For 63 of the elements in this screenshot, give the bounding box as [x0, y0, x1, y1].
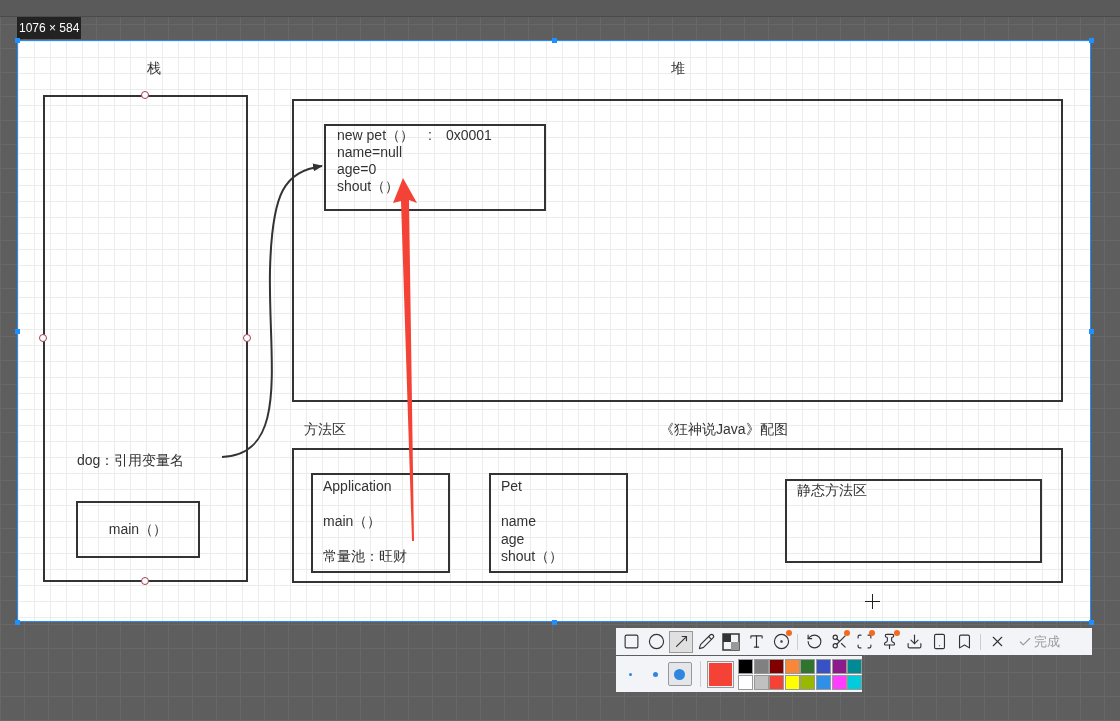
- method-area-title: 方法区: [304, 420, 346, 439]
- brush-size-button[interactable]: [668, 662, 692, 686]
- static-area-label: 静态方法区: [797, 482, 867, 498]
- stack-title: 栈: [147, 59, 161, 78]
- current-color-swatch[interactable]: [707, 660, 734, 688]
- palette-color[interactable]: [831, 674, 847, 690]
- resize-handle[interactable]: [552, 620, 557, 625]
- frame-label: main（）: [108, 520, 168, 539]
- object-field: age=0: [337, 161, 377, 178]
- palette-color[interactable]: [769, 658, 785, 674]
- palette-color[interactable]: [753, 658, 769, 674]
- caption: 《狂神说Java》配图: [660, 420, 788, 439]
- size-label: 1076 × 584: [17, 17, 82, 39]
- connection-point[interactable]: [243, 334, 251, 342]
- done-button[interactable]: 完成: [1016, 631, 1062, 652]
- text-icon: [747, 633, 765, 650]
- palette-color[interactable]: [847, 658, 863, 674]
- palette-color[interactable]: [784, 674, 800, 690]
- resize-handle[interactable]: [15, 38, 20, 43]
- resize-handle[interactable]: [15, 329, 20, 334]
- class-member: name: [501, 513, 537, 530]
- class-member: shout（）: [501, 548, 564, 565]
- class-title: Application: [323, 477, 392, 496]
- connection-point[interactable]: [39, 334, 47, 342]
- resize-handle[interactable]: [1089, 329, 1094, 334]
- rectangle-icon: [622, 633, 640, 650]
- numbered-circle-icon: [772, 633, 790, 650]
- object-field: name=null: [337, 144, 402, 161]
- palette-color[interactable]: [847, 674, 863, 690]
- class-member: age: [501, 530, 525, 548]
- tool-button[interactable]: [719, 630, 743, 653]
- resize-handle[interactable]: [1089, 620, 1094, 625]
- scan-icon: [855, 633, 873, 650]
- palette-color[interactable]: [769, 674, 785, 690]
- variable-label: dog：引用变量名: [77, 451, 185, 470]
- download-icon: [905, 633, 923, 650]
- palette-color[interactable]: [816, 658, 832, 674]
- resize-handle[interactable]: [1089, 38, 1094, 43]
- connection-point[interactable]: [141, 91, 149, 99]
- circle-icon: [647, 633, 665, 650]
- resize-handle[interactable]: [552, 38, 557, 43]
- palette-color[interactable]: [800, 674, 816, 690]
- undo-icon: [805, 633, 823, 650]
- class-member: main（）: [323, 513, 382, 530]
- palette-color[interactable]: [737, 658, 753, 674]
- palette-color[interactable]: [737, 674, 753, 690]
- heap-title: 堆: [671, 59, 685, 78]
- resize-handle[interactable]: [15, 620, 20, 625]
- connection-point[interactable]: [141, 577, 149, 585]
- palette-color[interactable]: [784, 658, 800, 674]
- class-member: 常量池：旺财: [323, 548, 407, 565]
- palette-color[interactable]: [816, 674, 832, 690]
- mosaic-icon: [722, 632, 740, 651]
- palette-color[interactable]: [831, 658, 847, 674]
- object-field: new pet（） : 0x0001: [337, 127, 492, 144]
- palette-color[interactable]: [753, 674, 769, 690]
- crosshair-cursor-icon: [865, 594, 880, 609]
- palette-color[interactable]: [800, 658, 816, 674]
- class-title: Pet: [501, 477, 522, 496]
- pencil-icon: [697, 633, 715, 650]
- tool-button[interactable]: [669, 630, 693, 653]
- scissors-icon: [830, 633, 848, 650]
- object-field: shout（）: [337, 178, 400, 195]
